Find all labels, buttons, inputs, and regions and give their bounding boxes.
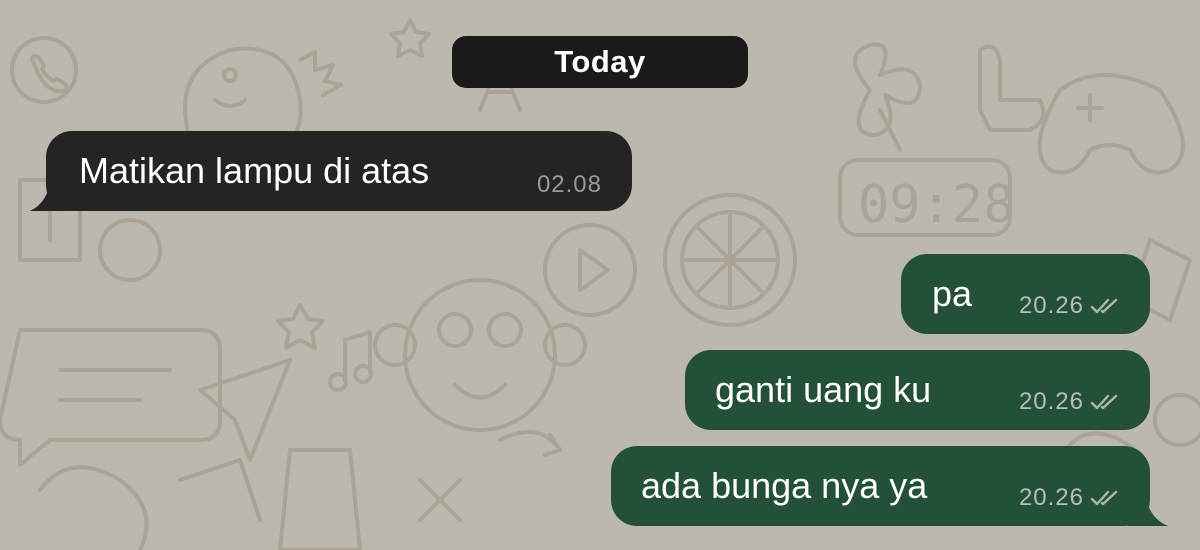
message-text: pa xyxy=(932,273,973,314)
bubble-tail xyxy=(30,175,70,211)
message-time: 20.26 xyxy=(1018,388,1084,415)
message-text: Matikan lampu di atas xyxy=(79,150,430,191)
message-bubble-outgoing[interactable]: ganti uang ku 20.26 xyxy=(685,350,1150,430)
message-time: 20.26 xyxy=(1018,292,1084,319)
svg-text:09:28: 09:28 xyxy=(858,175,1015,235)
message-time: 02.08 xyxy=(536,171,602,198)
message-bubble-incoming[interactable]: Matikan lampu di atas 02.08 xyxy=(30,131,632,211)
bubble-tail xyxy=(1128,490,1168,526)
message-meta: 20.26 xyxy=(1019,484,1120,512)
double-check-icon xyxy=(1090,394,1118,410)
message-text: ada bunga nya ya xyxy=(641,465,928,506)
message-text: ganti uang ku xyxy=(715,369,932,410)
double-check-icon xyxy=(1090,298,1118,314)
message-meta: 20.26 xyxy=(1019,292,1120,320)
message-time: 20.26 xyxy=(1018,484,1084,511)
message-meta: 02.08 xyxy=(537,171,602,199)
message-bubble-outgoing[interactable]: ada bunga nya ya 20.26 xyxy=(611,446,1168,526)
date-separator: Today xyxy=(452,36,748,88)
message-bubble-outgoing[interactable]: pa 20.26 xyxy=(901,254,1150,334)
double-check-icon xyxy=(1090,490,1118,506)
message-meta: 20.26 xyxy=(1019,388,1120,416)
